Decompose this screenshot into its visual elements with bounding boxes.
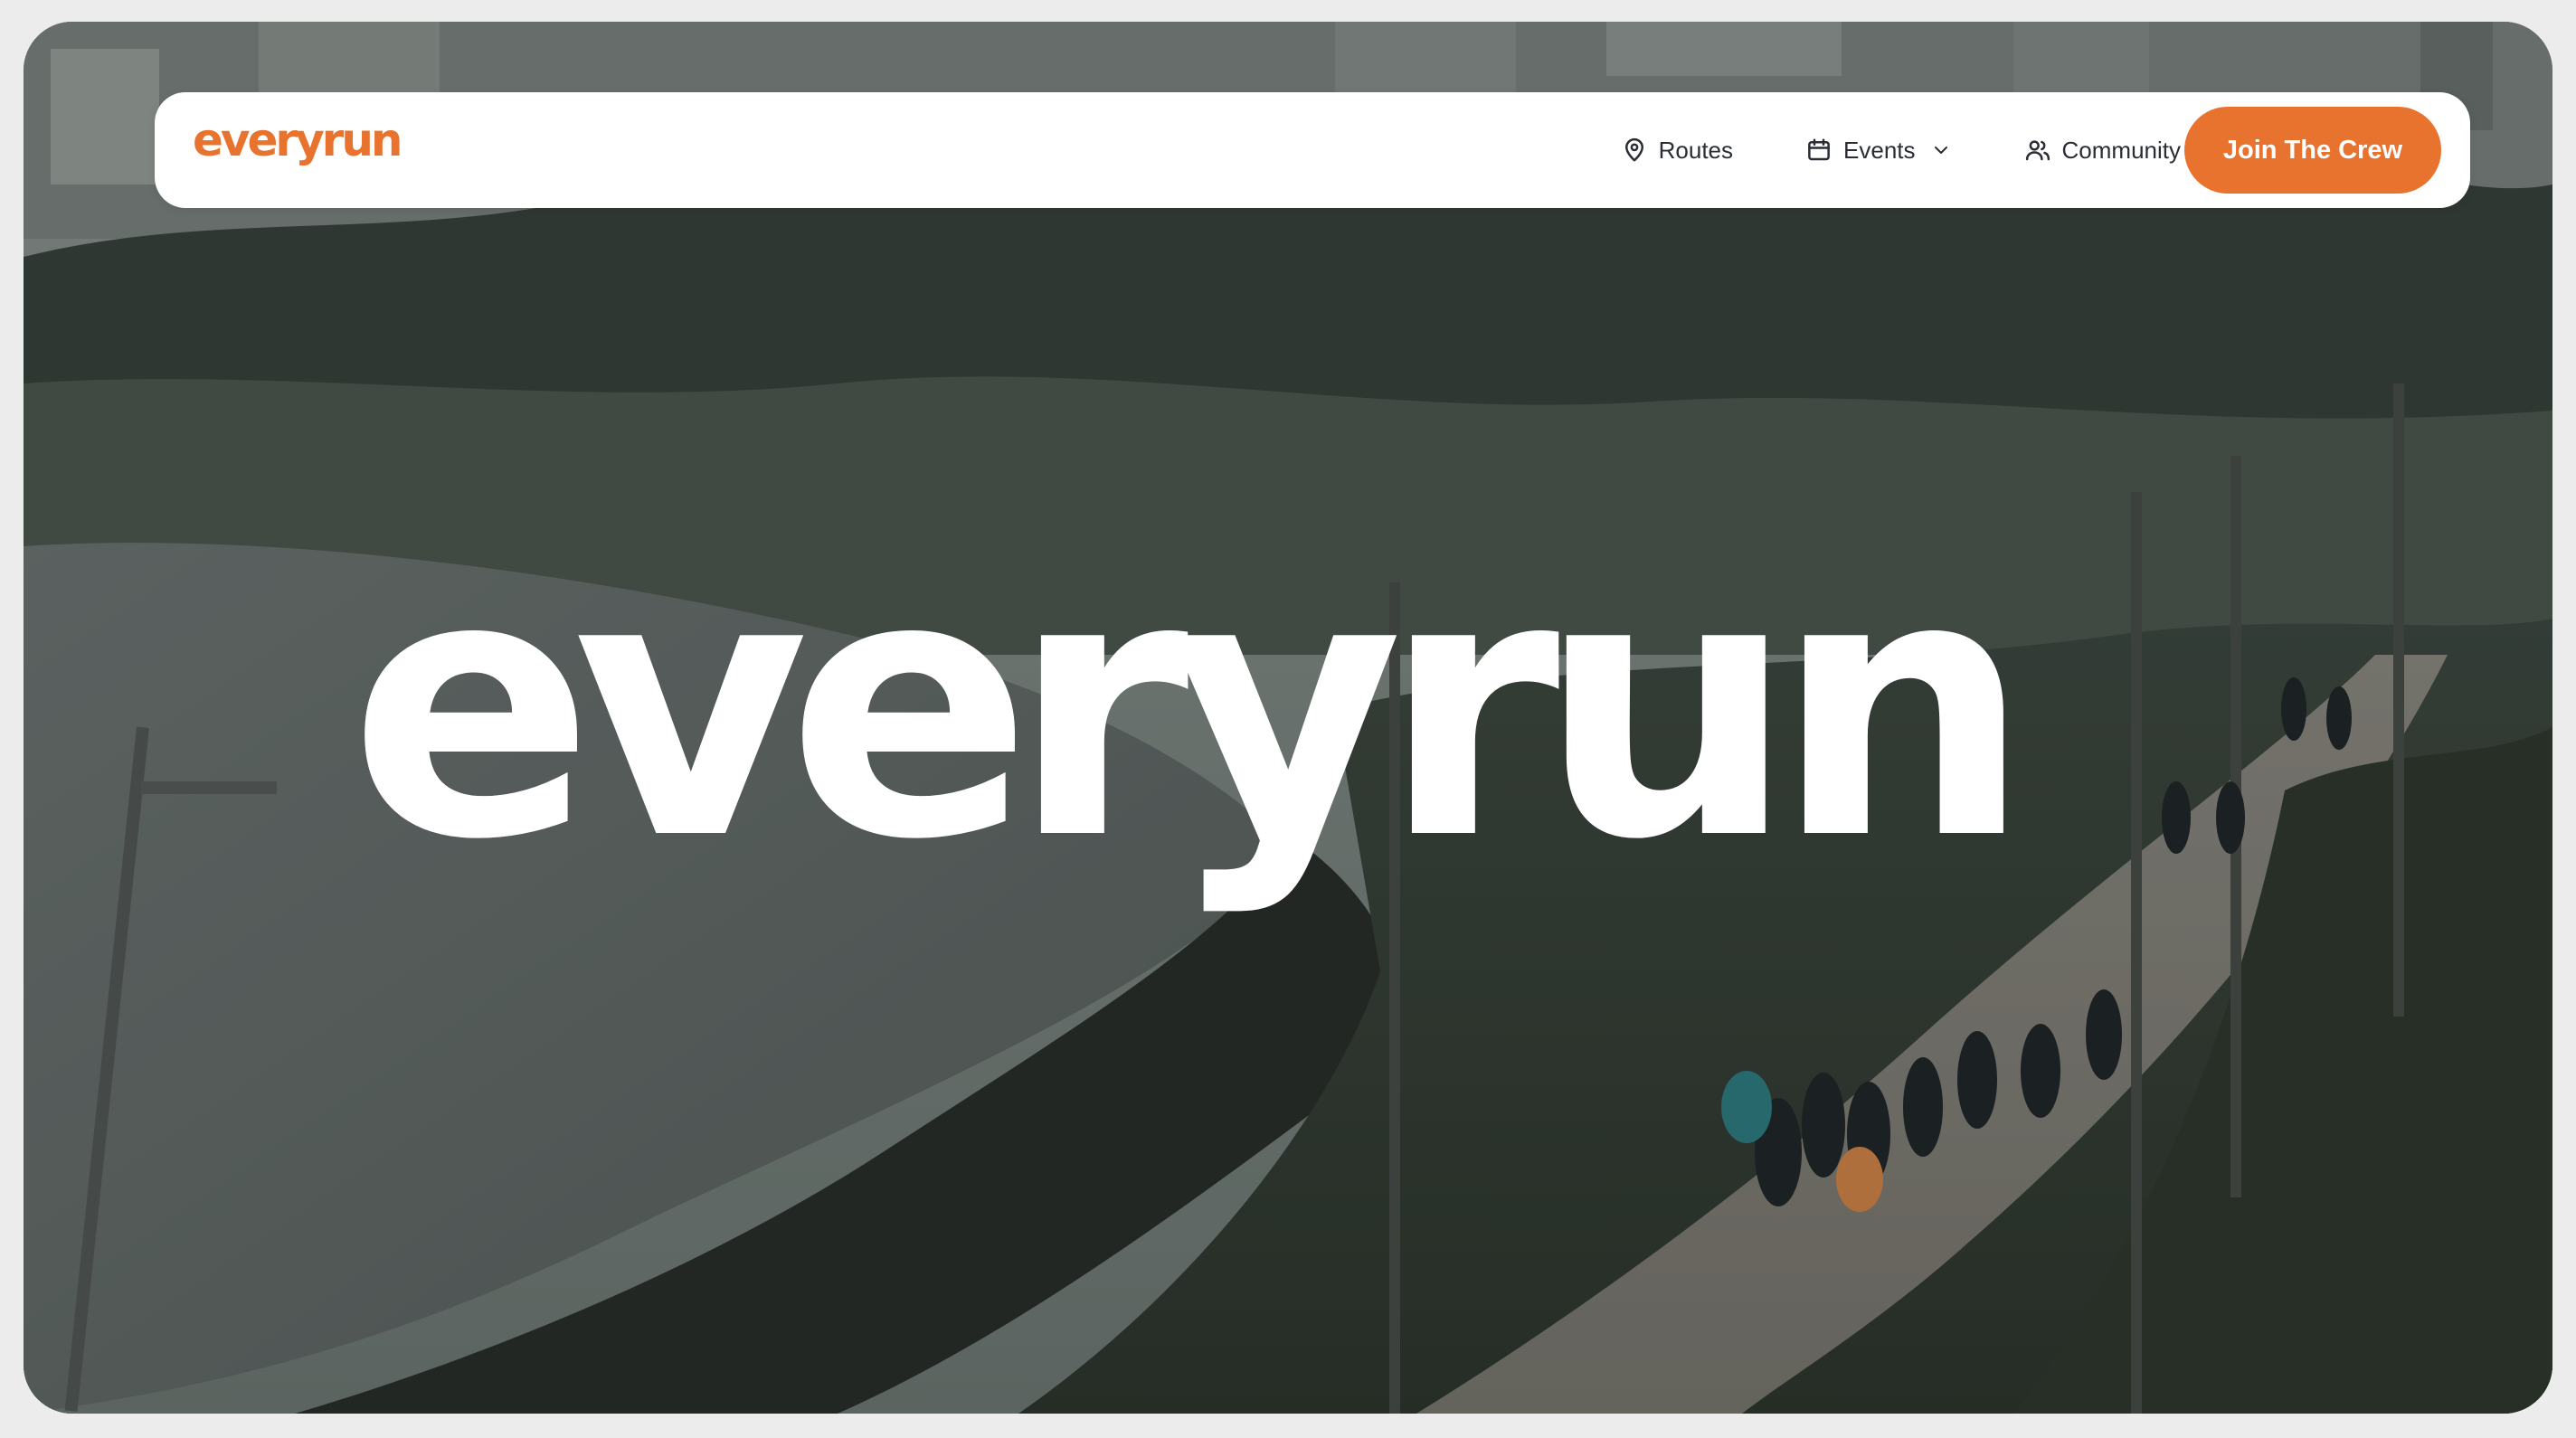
nav-item-label: Events [1843,136,1916,164]
page-frame: everyrun everyrun Routes Events Communit… [24,22,2552,1414]
map-pin-icon [1624,137,1643,162]
brand-logo[interactable]: everyrun [193,118,403,163]
nav-item-events[interactable]: Events [1805,137,1952,165]
join-the-crew-button[interactable]: Join The Crew [2184,107,2441,194]
chevron-down-icon [1934,147,1947,154]
nav-links: Routes Events Community [1548,92,2181,208]
nav-item-label: Community [2061,136,2181,164]
nav-item-label: Routes [1658,136,1734,164]
nav-item-community[interactable]: Community [2024,137,2181,165]
top-navbar: everyrun Routes Events Community Join Th… [155,92,2470,208]
hero-wordmark: everyrun [349,498,2031,919]
calendar-icon [1808,138,1830,161]
nav-item-routes[interactable]: Routes [1621,137,1733,165]
users-icon [2025,140,2050,161]
